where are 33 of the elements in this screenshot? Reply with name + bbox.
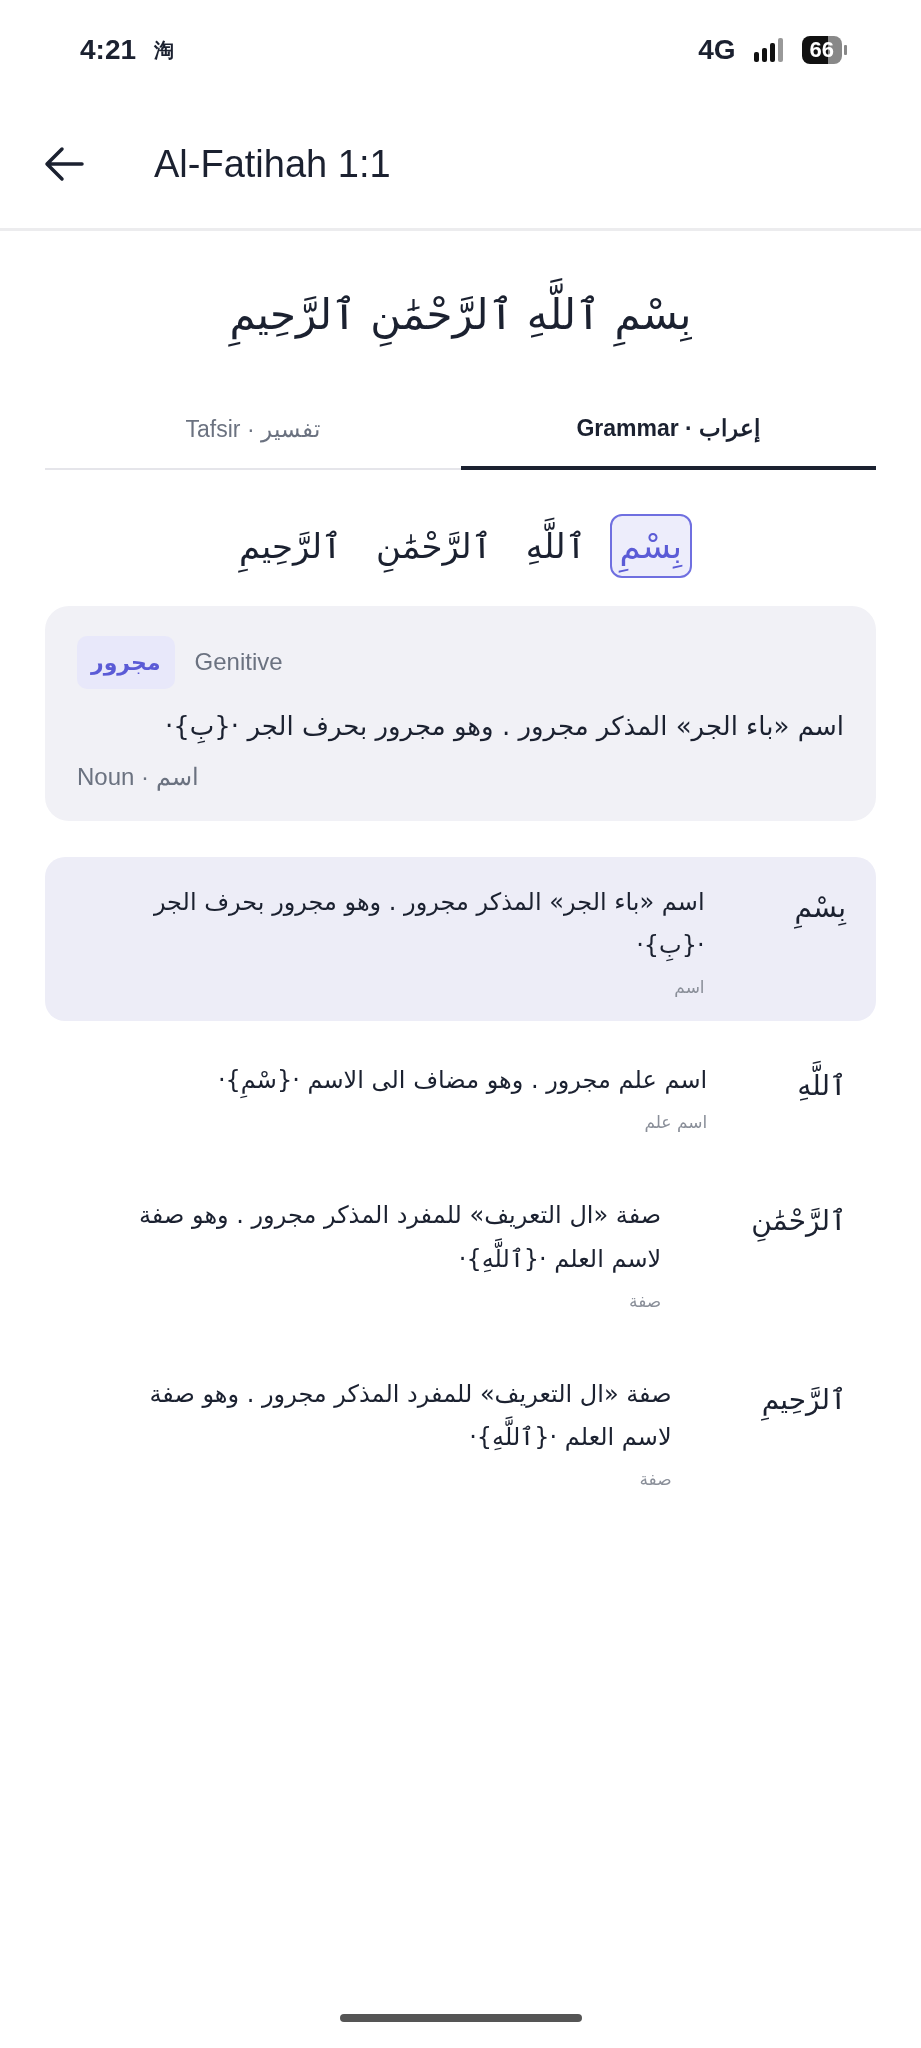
word-chip[interactable]: ٱللَّهِ (515, 513, 596, 578)
row-description: صفة «ال التعريف» للمفرد المذكر مجرور . وهو صفة لاسم العلم ·{ٱللَّهِ}· (138, 1200, 662, 1275)
row-description: اسم «باء الجر» المذكر مجرور . وهو مجرور بحرف الجر ·{بِ}· (152, 886, 705, 963)
row-type: صفة (628, 1290, 662, 1311)
signal-icon (753, 38, 784, 62)
page-title: Al-Fatihah 1:1 (154, 142, 391, 186)
notification-icon: 淘 (154, 36, 175, 64)
back-button[interactable] (44, 146, 84, 182)
status-time: 4:21 (80, 34, 137, 66)
word-chip[interactable]: ٱلرَّحِيمِ (229, 513, 353, 578)
word-chip[interactable]: بِسْمِ (609, 513, 692, 578)
row-type: اسم (673, 977, 705, 998)
network-type: 4G (698, 34, 736, 66)
tab[interactable]: Tafsir · تفسير (45, 388, 461, 470)
battery-level: 66 (801, 36, 842, 64)
row-word: ٱلرَّحِيمِ (761, 1372, 846, 1426)
word-chip[interactable]: ٱلرَّحْمَٰنِ (366, 513, 502, 578)
row-type: اسم علم (643, 1112, 708, 1133)
word-row[interactable]: ٱللَّهِ اسم علم مجرور . وهو مضاف الى الاسم ·{سْمِ}· اسم علم (45, 1035, 876, 1157)
row-type: صفة (638, 1469, 672, 1490)
word-row[interactable]: ٱلرَّحْمَٰنِ صفة «ال التعريف» للمفرد المذكر مجرور . وهو صفة لاسم العلم ·{ٱللَّهِ}· صفة (45, 1170, 876, 1335)
row-word: ٱللَّهِ (797, 1059, 846, 1113)
word-row[interactable]: بِسْمِ اسم «باء الجر» المذكر مجرور . وهو مجرور بحرف الجر ·{بِ}· اسم (45, 856, 876, 1022)
tab[interactable]: Grammar · إعراب (460, 388, 876, 470)
case-label: Genitive (194, 648, 283, 677)
verse-text: بِسْمِ ٱللَّهِ ٱلرَّحْمَٰنِ ٱلرَّحِيمِ (219, 271, 702, 359)
row-description: اسم علم مجرور . وهو مضاف الى الاسم ·{سْمِ}· (135, 1059, 708, 1103)
part-of-speech: Noun · اسم (77, 762, 199, 791)
case-badge: مجرور (77, 635, 175, 689)
row-word: ٱلرَّحْمَٰنِ (751, 1194, 846, 1248)
word-row[interactable]: ٱلرَّحِيمِ صفة «ال التعريف» للمفرد المذكر مجرور . وهو صفة لاسم العلم ·{ٱللَّهِ}· صفة (45, 1348, 876, 1514)
row-description: صفة «ال التعريف» للمفرد المذكر مجرور . وهو صفة لاسم العلم ·{ٱللَّهِ}· (148, 1378, 672, 1453)
row-word: بِسْمِ (794, 880, 846, 934)
